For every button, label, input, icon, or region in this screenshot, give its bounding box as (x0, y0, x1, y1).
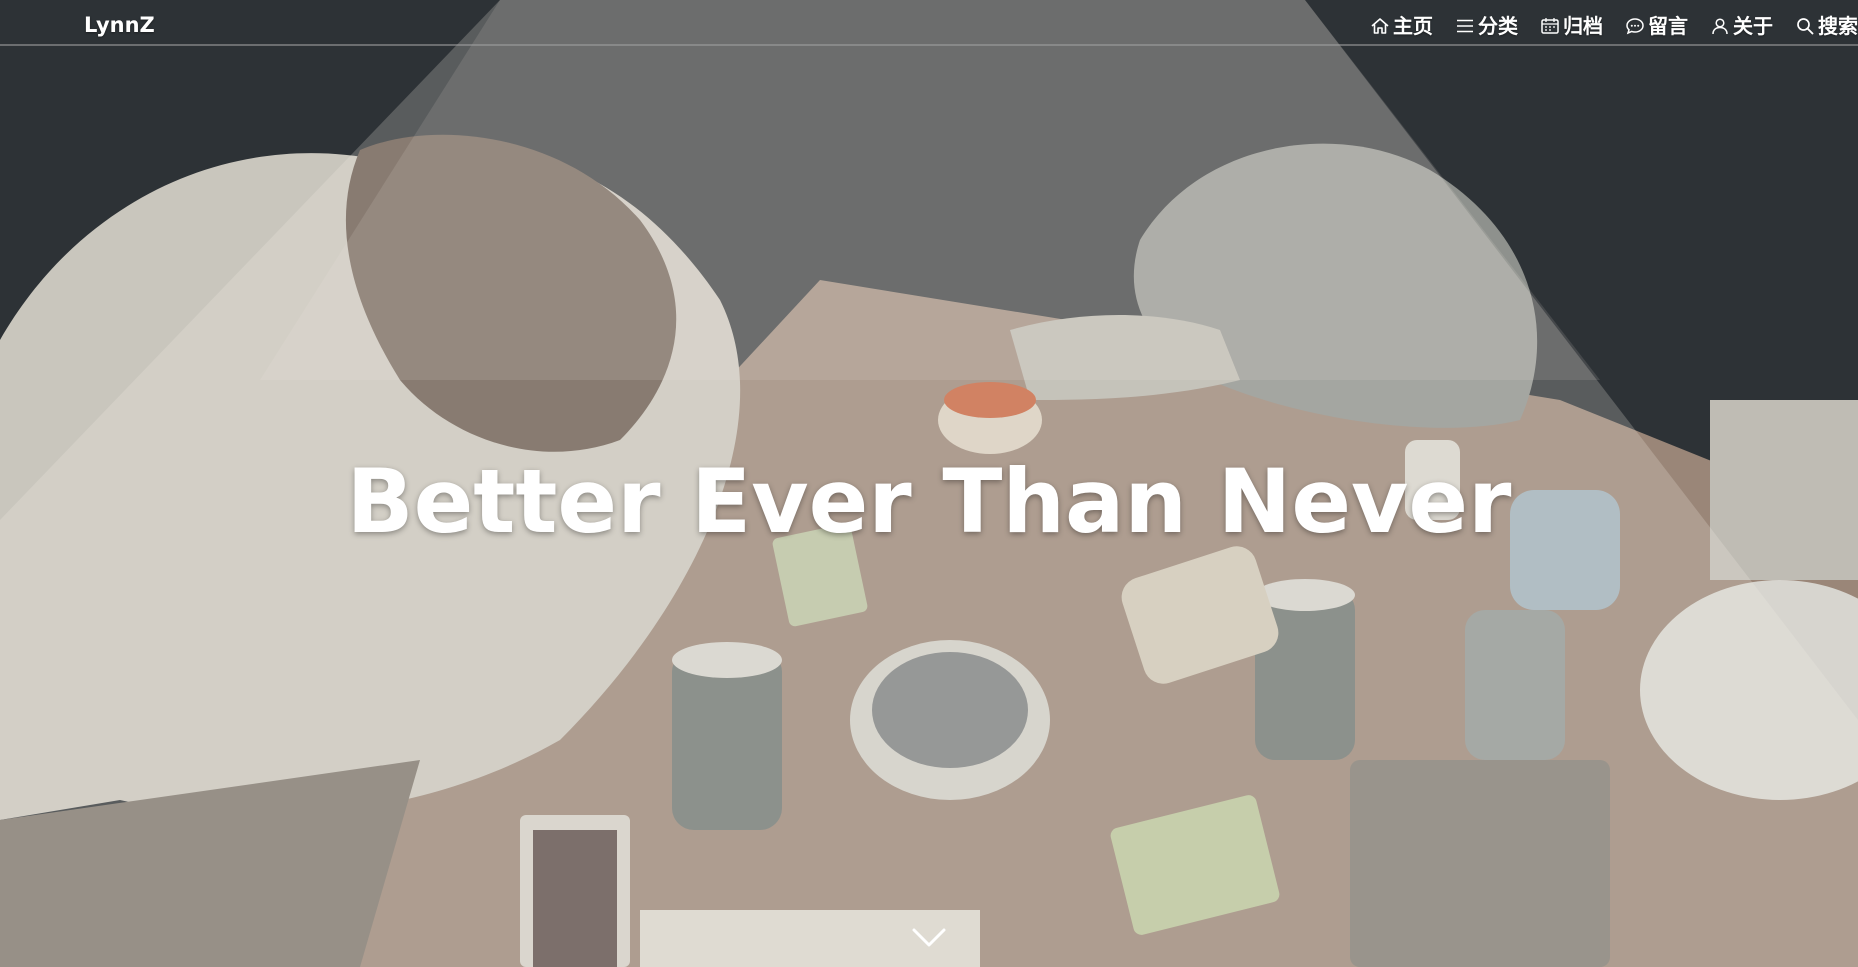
hero-title: Better Ever Than Never (346, 450, 1512, 553)
chevron-down-icon (911, 928, 947, 956)
nav-item-label: 关于 (1733, 14, 1773, 38)
nav-item-categories[interactable]: 分类 (1455, 12, 1518, 40)
nav-item-archive[interactable]: 归档 (1540, 12, 1603, 40)
home-icon (1370, 16, 1390, 36)
nav-item-label: 留言 (1648, 14, 1688, 38)
scroll-down-button[interactable] (911, 924, 947, 952)
nav-item-guestbook[interactable]: 留言 (1625, 12, 1688, 40)
user-icon (1710, 16, 1730, 36)
main-nav: 主页 分类 归档 留言 关于 搜索 (1348, 12, 1858, 40)
nav-item-home[interactable]: 主页 (1370, 12, 1433, 40)
nav-item-label: 分类 (1478, 14, 1518, 38)
nav-item-search[interactable]: 搜索 (1795, 12, 1858, 40)
nav-item-label: 主页 (1393, 14, 1433, 38)
calendar-icon (1540, 16, 1560, 36)
top-navbar: LynnZ 主页 分类 归档 留言 关于 搜索 (0, 0, 1858, 46)
nav-item-label: 归档 (1563, 14, 1603, 38)
list-icon (1455, 16, 1475, 36)
chat-bubble-icon (1625, 16, 1645, 36)
nav-item-about[interactable]: 关于 (1710, 12, 1773, 40)
site-brand-link[interactable]: LynnZ (84, 12, 155, 38)
nav-item-label: 搜索 (1818, 14, 1858, 38)
search-icon (1795, 16, 1815, 36)
hero-section: LynnZ 主页 分类 归档 留言 关于 搜索 Better Ever Than… (0, 0, 1858, 967)
